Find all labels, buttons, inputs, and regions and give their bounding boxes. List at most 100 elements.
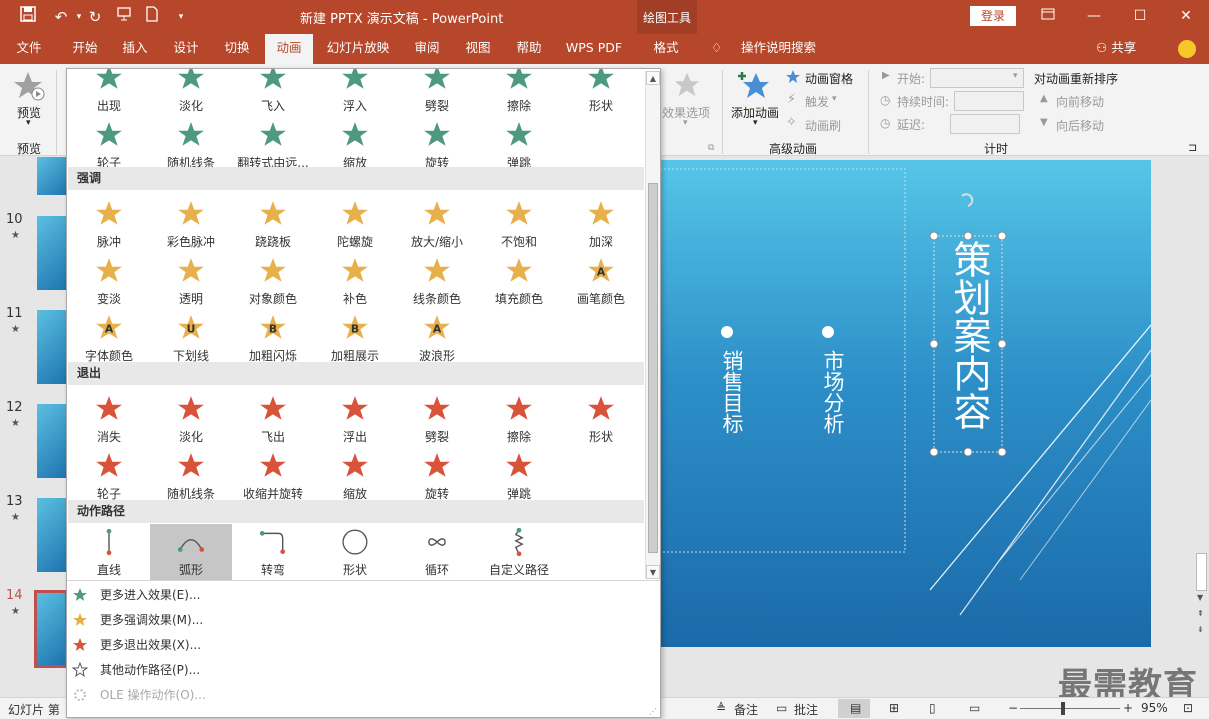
tab-help[interactable]: 帮助 xyxy=(506,34,552,64)
animation-effect-item[interactable]: 弹跳 xyxy=(478,117,560,174)
resize-grip-icon[interactable]: ⋰ xyxy=(649,707,657,716)
tab-review[interactable]: 审阅 xyxy=(404,34,450,64)
zoom-out-icon[interactable]: − xyxy=(1008,701,1018,715)
animation-effect-item[interactable]: 形状 xyxy=(560,69,642,117)
animation-effect-item[interactable]: 轮子 xyxy=(68,117,150,174)
tab-design[interactable]: 设计 xyxy=(163,34,209,64)
animation-effect-item[interactable]: A 画笔颜色 xyxy=(560,253,642,310)
animation-effect-item[interactable]: 补色 xyxy=(314,253,396,310)
animation-effect-item[interactable]: 形状 xyxy=(314,524,396,581)
slide-sorter-icon[interactable]: ⊞ xyxy=(889,701,899,715)
animation-effect-item[interactable]: 透明 xyxy=(150,253,232,310)
present-from-start-icon[interactable] xyxy=(113,6,135,28)
animation-effect-item[interactable]: 缩放 xyxy=(314,117,396,174)
slide-thumbnail[interactable] xyxy=(37,498,67,572)
dialog-launcher-icon[interactable]: ⧉ xyxy=(708,143,714,153)
save-icon[interactable] xyxy=(17,6,39,28)
share-button[interactable]: ⚇ 共享 xyxy=(1096,34,1136,64)
gallery-scrollbar-thumb[interactable] xyxy=(648,183,658,553)
animation-effect-item[interactable]: 变淡 xyxy=(68,253,150,310)
fit-to-window-icon[interactable]: ⊡ xyxy=(1183,701,1193,715)
duration-spinner[interactable] xyxy=(954,91,1024,111)
animation-effect-item[interactable]: 随机线条 xyxy=(150,117,232,174)
animation-effect-item[interactable]: 线条颜色 xyxy=(396,253,478,310)
gallery-scrollbar[interactable]: ▲ ▼ xyxy=(645,71,660,579)
animation-effect-item[interactable]: 旋转 xyxy=(396,117,478,174)
tab-view[interactable]: 视图 xyxy=(455,34,501,64)
preview-dropdown-icon[interactable]: ▾ xyxy=(26,118,31,128)
ribbon-display-icon[interactable] xyxy=(1034,4,1062,28)
animation-effect-item[interactable]: 转弯 xyxy=(232,524,314,581)
slide-canvas[interactable]: 销售目标 市场分析 策划案内容 xyxy=(660,160,1151,647)
animation-effect-item[interactable]: 擦除 xyxy=(478,69,560,117)
trigger-dropdown-icon[interactable]: ▾ xyxy=(832,94,837,104)
animation-effect-item[interactable]: 弹跳 xyxy=(478,448,560,505)
tab-transitions[interactable]: 切换 xyxy=(214,34,260,64)
animation-effect-item[interactable]: 循环 xyxy=(396,524,478,581)
trigger-label[interactable]: 触发 xyxy=(805,93,829,110)
add-animation-dropdown-icon[interactable]: ▾ xyxy=(753,118,758,128)
animation-effect-item[interactable]: 翻转式由远... xyxy=(232,117,314,174)
tab-format[interactable]: 格式 xyxy=(642,34,690,64)
tab-animations[interactable]: 动画 xyxy=(265,34,313,64)
animation-effect-item[interactable]: 轮子 xyxy=(68,448,150,505)
tab-slideshow[interactable]: 幻灯片放映 xyxy=(322,34,394,64)
animation-effect-item[interactable]: 跷跷板 xyxy=(232,196,314,253)
slide-thumbnail[interactable] xyxy=(37,310,67,384)
slide-thumbnail-selected[interactable] xyxy=(34,590,68,668)
animation-effect-item[interactable]: A 波浪形 xyxy=(396,310,478,367)
start-dropdown[interactable] xyxy=(930,68,1024,88)
zoom-level[interactable]: 95% xyxy=(1141,701,1168,715)
animation-effect-item[interactable]: 脉冲 xyxy=(68,196,150,253)
tab-insert[interactable]: 插入 xyxy=(112,34,158,64)
animation-effect-item[interactable]: B 加粗展示 xyxy=(314,310,396,367)
animation-effect-item[interactable]: 飞出 xyxy=(232,391,314,448)
tab-wps-pdf[interactable]: WPS PDF xyxy=(560,34,628,64)
animation-effect-item[interactable]: 放大/缩小 xyxy=(396,196,478,253)
animation-effect-item[interactable]: 淡化 xyxy=(150,391,232,448)
slide-thumbnail[interactable] xyxy=(37,157,67,195)
login-button[interactable]: 登录 xyxy=(970,6,1016,26)
previous-slide-icon[interactable]: ⇞ xyxy=(1197,609,1204,618)
customize-toolbar-icon[interactable]: ▾ xyxy=(170,6,192,28)
redo-icon[interactable]: ↻ xyxy=(84,6,106,28)
editor-vertical-scrollbar[interactable]: ▼ ⇞ ⇟ xyxy=(1194,157,1209,697)
move-earlier-button[interactable]: 向前移动 xyxy=(1056,93,1104,110)
animation-effect-item[interactable]: 消失 xyxy=(68,391,150,448)
reading-view-icon[interactable]: ▯ xyxy=(929,701,936,715)
slide-title[interactable]: 策划案内容 xyxy=(946,240,991,430)
zoom-slider-thumb[interactable] xyxy=(1061,702,1065,715)
animation-effect-item[interactable]: 形状 xyxy=(560,391,642,448)
animation-effect-item[interactable]: 旋转 xyxy=(396,448,478,505)
new-file-icon[interactable] xyxy=(141,6,163,28)
animation-effect-item[interactable]: 飞入 xyxy=(232,69,314,117)
animation-effect-item[interactable]: 对象颜色 xyxy=(232,253,314,310)
minimize-icon[interactable]: — xyxy=(1080,4,1108,28)
animation-effect-item[interactable]: 不饱和 xyxy=(478,196,560,253)
preview-button[interactable] xyxy=(14,70,46,105)
slide-thumbnail[interactable] xyxy=(37,404,67,478)
move-later-button[interactable]: 向后移动 xyxy=(1056,117,1104,134)
tell-me-search[interactable]: ♢ 操作说明搜索 xyxy=(711,34,816,64)
effect-options-dropdown-icon[interactable]: ▾ xyxy=(683,118,688,128)
slide-thumbnail[interactable] xyxy=(37,216,67,290)
bullet-sales-target[interactable]: 销售目标 xyxy=(712,350,744,434)
animation-effect-item[interactable]: 出现 xyxy=(68,69,150,117)
slideshow-icon[interactable]: ▭ xyxy=(969,701,980,715)
start-dropdown-arrow-icon[interactable]: ▾ xyxy=(1013,71,1018,81)
zoom-in-icon[interactable]: + xyxy=(1123,701,1133,715)
animation-effect-item[interactable]: 彩色脉冲 xyxy=(150,196,232,253)
animation-effect-item[interactable]: 随机线条 xyxy=(150,448,232,505)
animation-effect-item[interactable]: 淡化 xyxy=(150,69,232,117)
animation-effect-item[interactable]: 自定义路径 xyxy=(478,524,560,581)
animation-effect-item[interactable]: 陀螺旋 xyxy=(314,196,396,253)
scrollbar-thumb[interactable] xyxy=(1196,553,1207,591)
tab-home[interactable]: 开始 xyxy=(62,34,108,64)
animation-effect-item[interactable]: 收缩并旋转 xyxy=(232,448,314,505)
animation-effect-item[interactable]: 直线 xyxy=(68,524,150,581)
animation-effect-item[interactable]: 缩放 xyxy=(314,448,396,505)
notes-button[interactable]: 备注 xyxy=(734,701,758,718)
animation-effect-item[interactable]: A 字体颜色 xyxy=(68,310,150,367)
animation-painter-label[interactable]: 动画刷 xyxy=(805,117,841,134)
pin-ribbon-icon[interactable]: ⊐ xyxy=(1188,141,1197,154)
